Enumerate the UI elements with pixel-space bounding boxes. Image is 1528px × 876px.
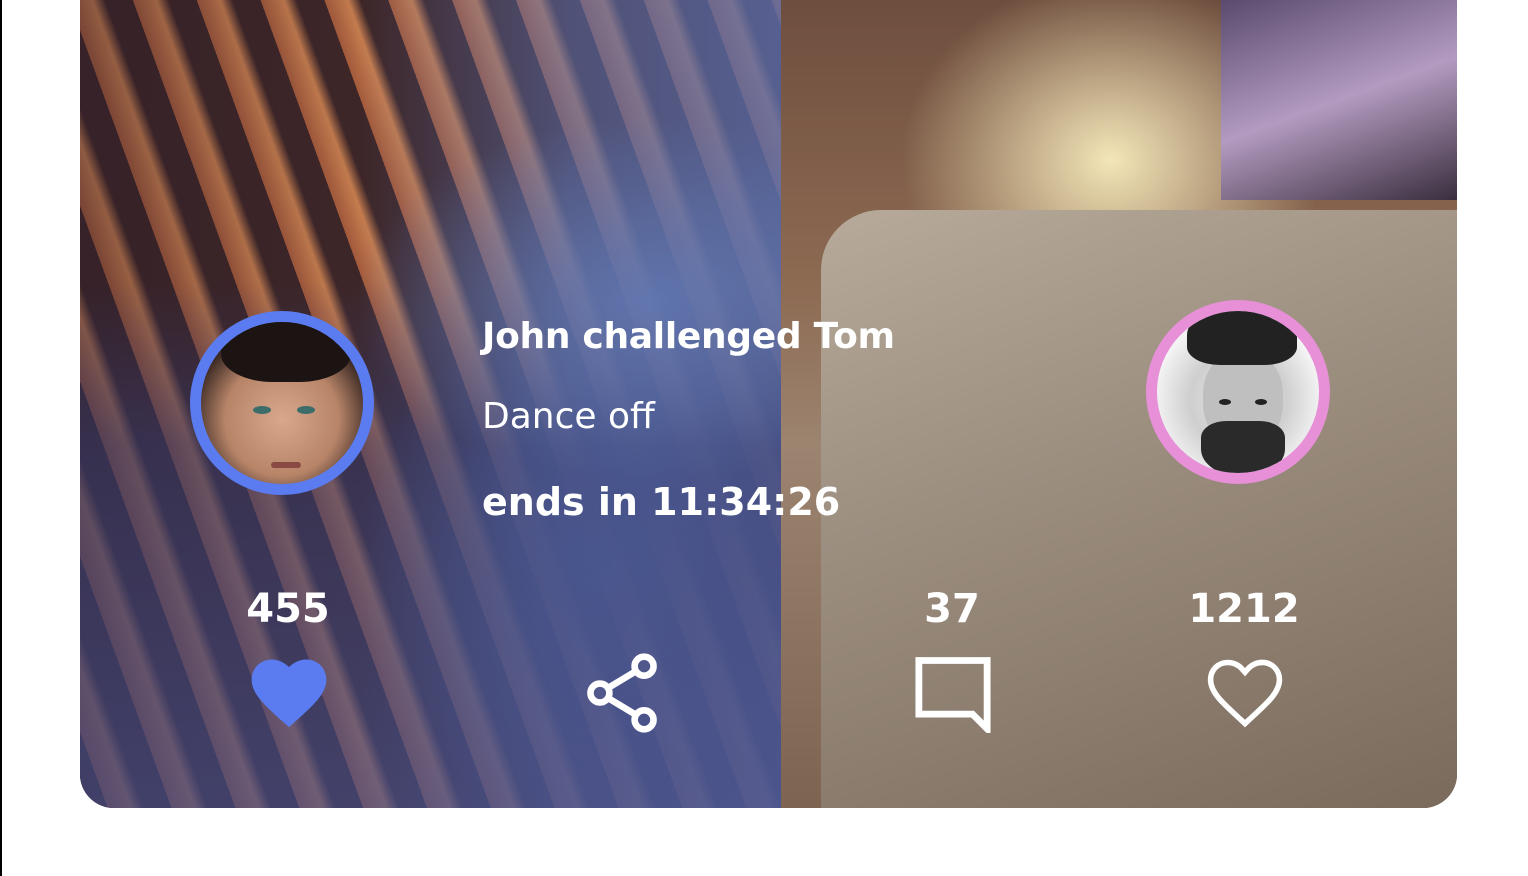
avatar-eye — [297, 406, 315, 414]
avatar-beard — [1201, 421, 1285, 473]
opponent-like-button[interactable] — [1200, 648, 1290, 738]
opponent-like-count: 1212 — [1188, 586, 1300, 632]
challenge-name: Dance off — [482, 396, 655, 437]
opponent-avatar[interactable] — [1146, 300, 1330, 484]
challenger-avatar[interactable] — [190, 311, 374, 495]
heart-outline-icon — [1207, 659, 1283, 728]
challenger-like-button[interactable] — [244, 648, 334, 738]
comment-count: 37 — [924, 586, 980, 632]
share-button[interactable] — [577, 648, 667, 738]
page-edge — [0, 0, 2, 876]
challenge-timer: ends in 11:34:26 — [482, 480, 841, 524]
comment-icon — [915, 657, 991, 733]
heart-filled-icon — [251, 659, 327, 728]
avatar-hair — [221, 322, 351, 382]
challenger-like-count: 455 — [246, 586, 330, 632]
avatar-eye — [1219, 399, 1231, 405]
share-icon — [587, 653, 657, 733]
avatar-eye — [253, 406, 271, 414]
avatar-hair — [1187, 311, 1297, 365]
avatar-mouth — [271, 462, 301, 468]
challenger-video[interactable] — [80, 0, 781, 808]
avatar-eye — [1255, 399, 1267, 405]
challenge-card[interactable]: John challenged Tom Dance off ends in 11… — [80, 0, 1457, 808]
comment-button[interactable] — [908, 648, 998, 738]
opponent-video[interactable] — [781, 0, 1457, 808]
challenge-title: John challenged Tom — [482, 316, 895, 357]
